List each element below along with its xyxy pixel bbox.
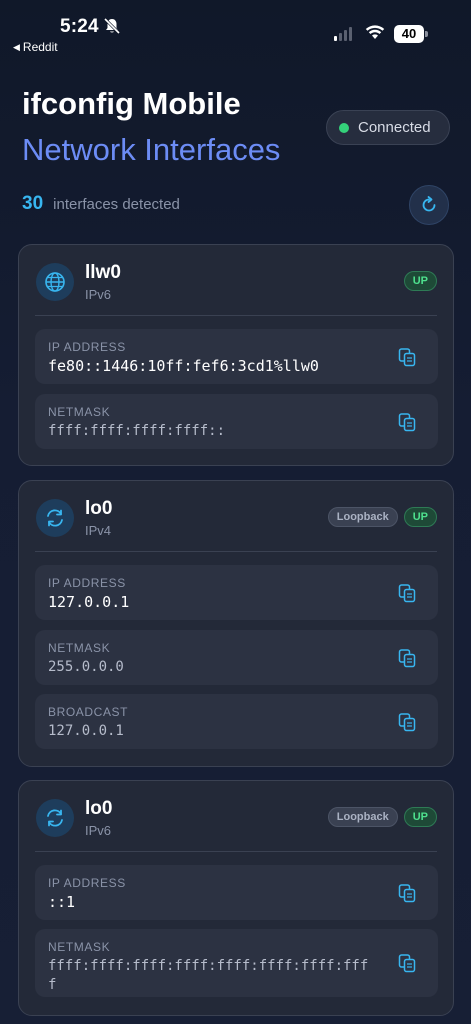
back-to-app-link[interactable]: ◀ Reddit xyxy=(13,40,58,54)
status-dot-icon xyxy=(339,122,349,133)
field-label: IP ADDRESS xyxy=(48,876,126,890)
interface-card: lo0 IPv4 Loopback UP IP ADDRESS 127.0.0.… xyxy=(18,480,454,767)
copy-icon[interactable] xyxy=(396,346,418,368)
connection-status-badge: Connected xyxy=(326,110,450,145)
interface-card-header: lo0 IPv4 Loopback UP xyxy=(19,481,453,551)
field-netmask: NETMASK ffff:ffff:ffff:ffff:ffff:ffff:ff… xyxy=(35,929,438,997)
interface-count-label: interfaces detected xyxy=(53,196,180,213)
wifi-icon xyxy=(365,25,385,39)
copy-icon[interactable] xyxy=(396,952,418,974)
interface-count: 30 xyxy=(22,193,44,214)
interface-name: llw0 xyxy=(85,262,121,283)
refresh-icon xyxy=(422,196,436,212)
battery-icon: 40 xyxy=(394,25,428,43)
app-title: ifconfig Mobile xyxy=(22,86,241,121)
field-label: BROADCAST xyxy=(48,705,129,719)
interface-count-row: 30 interfaces detected xyxy=(22,193,180,215)
loopback-badge: Loopback xyxy=(327,507,398,527)
field-value: fe80::1446:10ff:fef6:3cd1%llw0 xyxy=(48,357,319,375)
interface-card-header: lo0 IPv6 Loopback UP xyxy=(19,781,453,851)
field-value: 255.0.0.0 xyxy=(48,659,124,675)
field-value: ::1 xyxy=(48,893,76,911)
divider xyxy=(35,851,437,852)
copy-icon[interactable] xyxy=(396,411,418,433)
page-subtitle: Network Interfaces xyxy=(22,132,281,167)
interface-card-header: llw0 IPv6 UP xyxy=(19,245,453,315)
back-link-label: Reddit xyxy=(22,40,58,54)
copy-icon[interactable] xyxy=(396,711,418,733)
status-badge-up: UP xyxy=(403,507,437,527)
globe-icon xyxy=(36,263,74,301)
interface-card: lo0 IPv6 Loopback UP IP ADDRESS ::1 NETM… xyxy=(18,780,454,1016)
loop-icon xyxy=(36,499,74,537)
interface-card: llw0 IPv6 UP IP ADDRESS fe80::1446:10ff:… xyxy=(18,244,454,466)
field-label: NETMASK xyxy=(48,940,111,954)
copy-icon[interactable] xyxy=(396,582,418,604)
field-label: IP ADDRESS xyxy=(48,576,126,590)
field-netmask: NETMASK 255.0.0.0 xyxy=(35,630,438,685)
field-value: 127.0.0.1 xyxy=(48,593,130,611)
bell-slash-icon xyxy=(103,17,121,35)
cellular-signal-icon xyxy=(334,27,352,41)
interface-family: IPv4 xyxy=(85,523,112,538)
battery-level: 40 xyxy=(394,25,424,43)
interface-family: IPv6 xyxy=(85,287,112,302)
field-label: IP ADDRESS xyxy=(48,340,126,354)
status-time: 5:24 xyxy=(60,16,99,37)
status-badge-up: UP xyxy=(403,807,437,827)
field-ip-address: IP ADDRESS 127.0.0.1 xyxy=(35,565,438,620)
field-netmask: NETMASK ffff:ffff:ffff:ffff:: xyxy=(35,394,438,449)
status-bar: 5:24 ◀ Reddit 40 xyxy=(0,0,471,60)
connection-status-label: Connected xyxy=(358,119,431,136)
copy-icon[interactable] xyxy=(396,882,418,904)
divider xyxy=(35,315,437,316)
divider xyxy=(35,551,437,552)
field-label: NETMASK xyxy=(48,405,111,419)
loop-icon xyxy=(36,799,74,837)
field-value: ffff:ffff:ffff:ffff:: xyxy=(48,423,226,439)
field-broadcast: BROADCAST 127.0.0.1 xyxy=(35,694,438,749)
copy-icon[interactable] xyxy=(396,647,418,669)
field-ip-address: IP ADDRESS ::1 xyxy=(35,865,438,920)
interface-name: lo0 xyxy=(85,498,113,519)
status-badge-up: UP xyxy=(403,271,437,291)
loopback-badge: Loopback xyxy=(327,807,398,827)
field-label: NETMASK xyxy=(48,641,111,655)
field-value: ffff:ffff:ffff:ffff:ffff:ffff:ffff:ffff xyxy=(48,958,369,993)
back-arrow-icon: ◀ xyxy=(13,41,20,52)
interface-name: lo0 xyxy=(85,798,113,819)
field-ip-address: IP ADDRESS fe80::1446:10ff:fef6:3cd1%llw… xyxy=(35,329,438,384)
interface-family: IPv6 xyxy=(85,823,112,838)
refresh-button[interactable] xyxy=(409,185,449,225)
field-value: 127.0.0.1 xyxy=(48,723,124,739)
